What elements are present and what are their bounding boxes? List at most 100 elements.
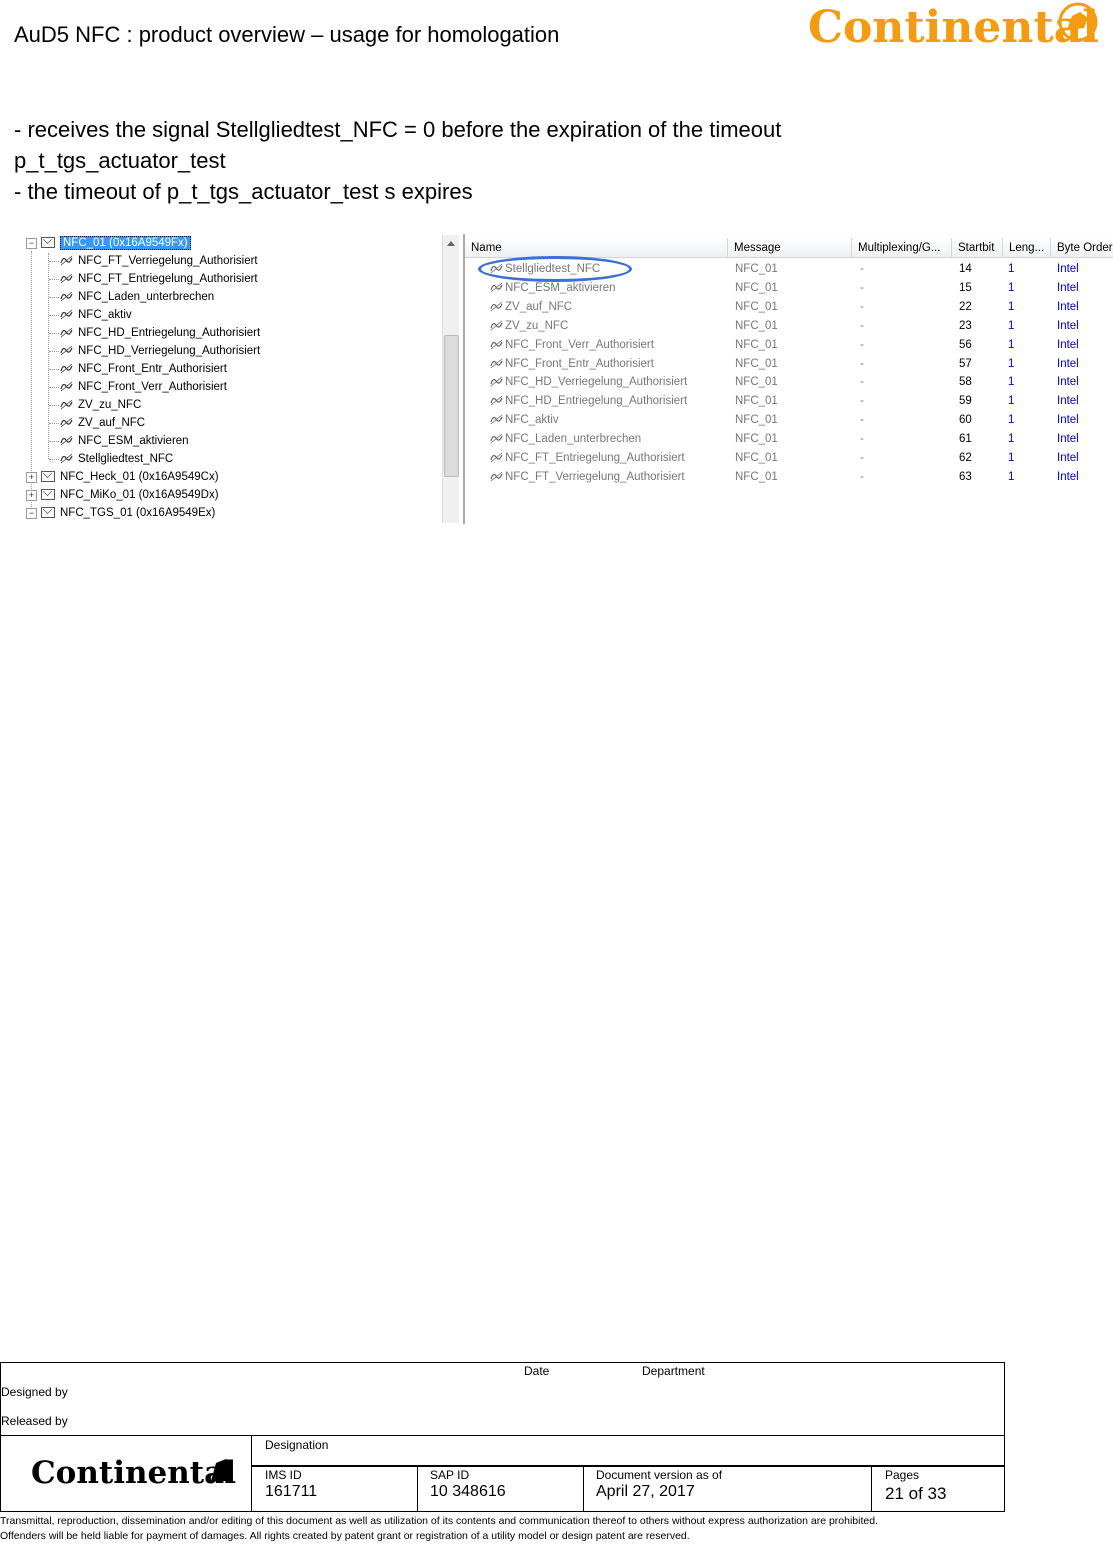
cell-order: Intel [1057, 452, 1079, 464]
table-row[interactable]: NFC_FT_Verriegelung_Authorisiert NFC_01 - 6… [465, 468, 1113, 487]
cell-length: 1 [1008, 338, 1015, 351]
message-envelope-icon [41, 489, 55, 501]
cell-mux: - [860, 470, 864, 483]
cell-order: Intel [1057, 357, 1079, 370]
cell-length: 1 [1008, 433, 1015, 446]
signal-icon [490, 414, 503, 425]
signal-icon [60, 400, 73, 410]
signal-icon [490, 320, 503, 330]
tree-scrollbar[interactable] [442, 235, 459, 523]
column-header-byte-order[interactable]: Byte Order [1051, 238, 1113, 258]
column-header-message[interactable]: Message [728, 238, 852, 258]
cell-order: Intel [1057, 470, 1079, 483]
cell-name: NFC_Laden_unterbrechen [505, 433, 642, 446]
signal-icon [490, 395, 503, 406]
doc-version-value: April 27, 2017 [596, 1483, 695, 1500]
signal-icon [490, 301, 503, 312]
expand-icon[interactable]: + [26, 490, 37, 501]
cell-message: NFC_01 [735, 300, 778, 313]
table-row[interactable]: NFC_FT_Entriegelung_Authorisiert NFC_01 - 6… [465, 449, 1113, 468]
signal-icon [490, 433, 503, 444]
cell-length: 1 [1008, 395, 1015, 408]
cell-order: Intel [1057, 376, 1079, 389]
expand-icon[interactable]: + [26, 472, 37, 483]
table-row[interactable]: NFC_Laden_unterbrechen NFC_01 - 61 1 Intel [465, 430, 1113, 449]
cell-message: NFC_01 [735, 470, 778, 483]
cell-name: NFC_aktiv [505, 414, 559, 427]
cell-startbit: 63 [959, 470, 972, 483]
signal-icon [490, 339, 503, 349]
footer-table: Date Department Designed by Released by … [0, 1362, 1005, 1512]
signal-icon [490, 452, 503, 463]
cell-name: NFC_Front_Verr_Authorisiert [505, 338, 654, 351]
body-line-2: p_t_tgs_actuator_test [14, 148, 226, 173]
cell-mux: - [860, 281, 864, 294]
signal-icon [490, 471, 503, 482]
signal-icon [60, 346, 73, 356]
cell-length: 1 [1008, 319, 1015, 332]
column-header-name[interactable]: Name [465, 238, 728, 258]
collapse-icon[interactable]: − [26, 238, 37, 249]
body-line-3: - the timeout of p_t_tgs_actuator_test s… [14, 179, 473, 204]
cell-name: NFC_HD_Entriegelung_Authorisiert [505, 395, 688, 408]
column-header-length[interactable]: Leng... [1003, 238, 1051, 258]
cell-startbit: 57 [959, 357, 972, 370]
designation-label: Designation [265, 1438, 329, 1452]
signal-icon [60, 418, 73, 428]
signal-icon [60, 292, 73, 302]
message-envelope-icon [41, 471, 55, 483]
cell-message: NFC_01 [735, 338, 778, 351]
table-row[interactable]: NFC_aktiv NFC_01 - 60 1 Intel [465, 411, 1113, 430]
table-row[interactable]: ZV_auf_NFC NFC_01 - 22 1 Intel [465, 298, 1113, 317]
cell-startbit: 62 [959, 452, 972, 464]
signal-icon [60, 364, 73, 374]
column-header-multiplexing[interactable]: Multiplexing/G... [852, 238, 952, 258]
cell-order: Intel [1057, 319, 1079, 332]
cell-message: NFC_01 [735, 376, 778, 389]
svg-text:Continental: Continental [31, 1455, 236, 1491]
signal-icon [60, 382, 73, 392]
scroll-thumb[interactable] [444, 335, 459, 477]
table-row[interactable]: NFC_HD_Verriegelung_Authorisiert NFC_01 - 5… [465, 373, 1113, 392]
pages-label: Pages [885, 1468, 920, 1482]
cell-startbit: 59 [959, 395, 972, 408]
pages-value: 21 of 33 [885, 1484, 947, 1503]
ims-id-value: 161711 [265, 1483, 318, 1500]
cell-length: 1 [1008, 376, 1015, 389]
cell-message: NFC_01 [735, 452, 778, 464]
cell-name: ZV_zu_NFC [505, 319, 569, 332]
designed-by-label: Designed by [1, 1385, 68, 1399]
cell-order: Intel [1057, 433, 1079, 446]
date-label: Date [524, 1364, 550, 1378]
cell-mux: - [860, 300, 864, 313]
cell-startbit: 15 [959, 281, 972, 294]
cell-message: NFC_01 [735, 281, 778, 294]
cell-order: Intel [1057, 395, 1079, 408]
signal-icon [490, 358, 503, 368]
cell-mux: - [860, 395, 864, 408]
highlight-ellipse [478, 256, 632, 282]
collapse-icon[interactable]: − [26, 508, 37, 519]
table-row[interactable]: NFC_HD_Entriegelung_Authorisiert NFC_01 - 5… [465, 392, 1113, 411]
cell-message: NFC_01 [735, 263, 778, 275]
cell-mux: - [860, 414, 864, 427]
cell-name: NFC_FT_Verriegelung_Authorisiert [505, 470, 685, 483]
table-row[interactable]: ZV_zu_NFC NFC_01 - 23 1 Intel [465, 317, 1113, 336]
table-row[interactable]: NFC_Front_Verr_Authorisiert NFC_01 - 56 1 Int… [465, 336, 1113, 355]
table-row[interactable]: NFC_Front_Entr_Authorisiert NFC_01 - 57 1 Int… [465, 355, 1113, 374]
signal-icon [60, 328, 73, 338]
cell-order: Intel [1057, 281, 1079, 294]
signal-icon [60, 454, 73, 464]
cell-length: 1 [1008, 300, 1015, 313]
cell-startbit: 60 [959, 414, 972, 427]
cell-message: NFC_01 [735, 414, 778, 427]
scroll-up-icon[interactable] [447, 241, 455, 246]
cell-startbit: 23 [959, 319, 972, 332]
cell-mux: - [860, 357, 864, 370]
cell-message: NFC_01 [735, 319, 778, 332]
cell-name: NFC_FT_Entriegelung_Authorisiert [505, 452, 685, 464]
column-header-startbit[interactable]: Startbit [952, 238, 1003, 258]
cell-order: Intel [1057, 414, 1079, 427]
cell-name: NFC_Front_Entr_Authorisiert [505, 357, 654, 370]
continental-logo: Continental [808, 2, 1098, 52]
